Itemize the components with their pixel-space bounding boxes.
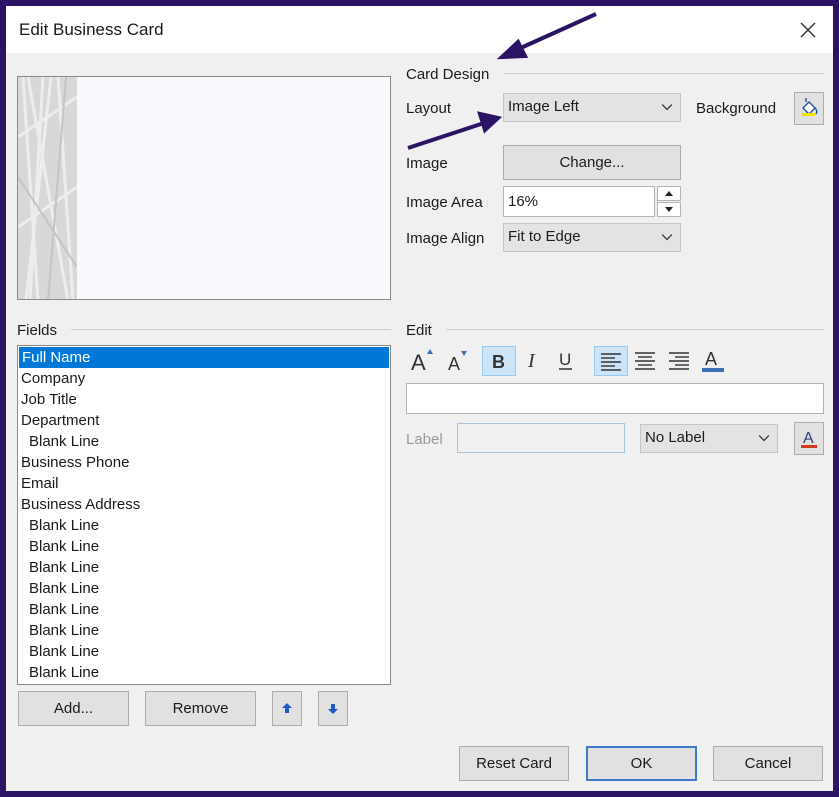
image-align-value: Fit to Edge [508, 228, 581, 245]
align-center-icon [635, 352, 655, 370]
image-align-label: Image Align [406, 230, 485, 247]
reset-card-button[interactable]: Reset Card [459, 746, 569, 781]
fields-heading: Fields [17, 322, 58, 339]
decrease-font-button[interactable]: A [442, 346, 476, 376]
underline-button[interactable]: U [549, 346, 583, 376]
list-item[interactable]: Blank Line [18, 641, 390, 662]
label-color-button[interactable]: A [794, 422, 824, 455]
font-grow-icon: A [411, 349, 433, 375]
change-image-button[interactable]: Change... [503, 145, 681, 180]
abstract-pattern-icon [18, 77, 78, 299]
close-icon[interactable] [798, 20, 818, 40]
image-area-up-button[interactable] [657, 186, 681, 201]
remove-field-button[interactable]: Remove [145, 691, 256, 726]
layout-label: Layout [406, 100, 452, 117]
list-item[interactable]: Blank Line [18, 620, 390, 641]
svg-text:A: A [705, 349, 717, 369]
field-text-input[interactable] [406, 383, 824, 414]
card-preview-image [18, 77, 78, 299]
list-item[interactable]: Blank Line [18, 431, 390, 452]
underline-icon: U [559, 350, 572, 370]
svg-text:A: A [803, 430, 814, 447]
svg-text:A: A [448, 354, 460, 374]
align-right-icon [669, 352, 689, 370]
window-title: Edit Business Card [19, 20, 164, 39]
image-area-label: Image Area [406, 194, 483, 211]
label-color-icon: A [801, 430, 817, 448]
caret-up-icon [665, 191, 673, 196]
list-item[interactable]: Blank Line [18, 662, 390, 683]
layout-value: Image Left [508, 98, 579, 115]
move-down-button[interactable] [318, 691, 348, 726]
chevron-down-icon [661, 104, 673, 111]
dialog-window: Edit Business Card Card Design Layout Im… [0, 0, 839, 797]
add-field-button[interactable]: Add... [18, 691, 129, 726]
edit-divider [446, 329, 824, 330]
align-right-button[interactable] [662, 346, 696, 376]
list-item[interactable]: Blank Line [18, 515, 390, 536]
list-item[interactable]: Blank Line [18, 599, 390, 620]
annotation-arrowhead-layout [477, 111, 503, 134]
image-area-input[interactable]: 16% [503, 186, 655, 217]
increase-font-button[interactable]: A [406, 346, 440, 376]
list-item[interactable]: Business Phone [18, 452, 390, 473]
arrow-up-icon [282, 703, 292, 713]
image-align-dropdown[interactable]: Fit to Edge [503, 223, 681, 252]
card-design-heading: Card Design [406, 66, 490, 83]
title-bar: Edit Business Card [6, 6, 833, 53]
card-preview [17, 76, 391, 300]
edit-heading: Edit [406, 322, 432, 339]
caret-down-icon [665, 207, 673, 212]
svg-text:A: A [411, 350, 426, 374]
fields-list[interactable]: Full Name Company Job Title Department Blank… [17, 345, 391, 685]
annotation-arrow-layout [407, 121, 485, 150]
label-position-dropdown[interactable]: No Label [640, 424, 778, 453]
move-up-button[interactable] [272, 691, 302, 726]
image-area-down-button[interactable] [657, 202, 681, 217]
list-item[interactable]: Full Name [19, 347, 389, 368]
layout-dropdown[interactable]: Image Left [503, 93, 681, 122]
bold-button[interactable]: B [482, 346, 516, 376]
cancel-button[interactable]: Cancel [713, 746, 823, 781]
align-left-icon [601, 353, 621, 371]
list-item[interactable]: Department [18, 410, 390, 431]
label-position-value: No Label [645, 429, 706, 446]
image-label: Image [406, 155, 448, 172]
arrow-down-icon [328, 704, 338, 714]
list-item[interactable]: Email [18, 473, 390, 494]
list-item[interactable]: Blank Line [18, 578, 390, 599]
font-shrink-icon: A [448, 351, 467, 374]
italic-button[interactable]: I [516, 346, 550, 376]
list-item[interactable]: Blank Line [18, 536, 390, 557]
font-color-button[interactable]: A [696, 346, 730, 376]
list-item[interactable]: Blank Line [18, 557, 390, 578]
svg-text:I: I [527, 350, 536, 372]
fields-divider [71, 329, 391, 330]
bold-icon: B [492, 352, 505, 372]
svg-text:U: U [559, 350, 571, 369]
label-label: Label [406, 431, 443, 448]
list-item[interactable]: Company [18, 368, 390, 389]
list-item[interactable]: Business Address [18, 494, 390, 515]
background-color-button[interactable] [794, 92, 824, 125]
list-item[interactable]: Job Title [18, 389, 390, 410]
align-left-button[interactable] [594, 346, 628, 376]
align-center-button[interactable] [628, 346, 662, 376]
font-color-icon: A [702, 349, 724, 372]
card-design-divider [504, 73, 824, 74]
ok-button[interactable]: OK [586, 746, 697, 781]
chevron-down-icon [758, 435, 770, 442]
label-text-input[interactable] [457, 423, 625, 453]
paint-bucket-icon [802, 98, 818, 116]
chevron-down-icon [661, 234, 673, 241]
svg-text:B: B [492, 352, 505, 372]
italic-icon: I [527, 350, 536, 372]
background-label: Background [696, 100, 777, 117]
